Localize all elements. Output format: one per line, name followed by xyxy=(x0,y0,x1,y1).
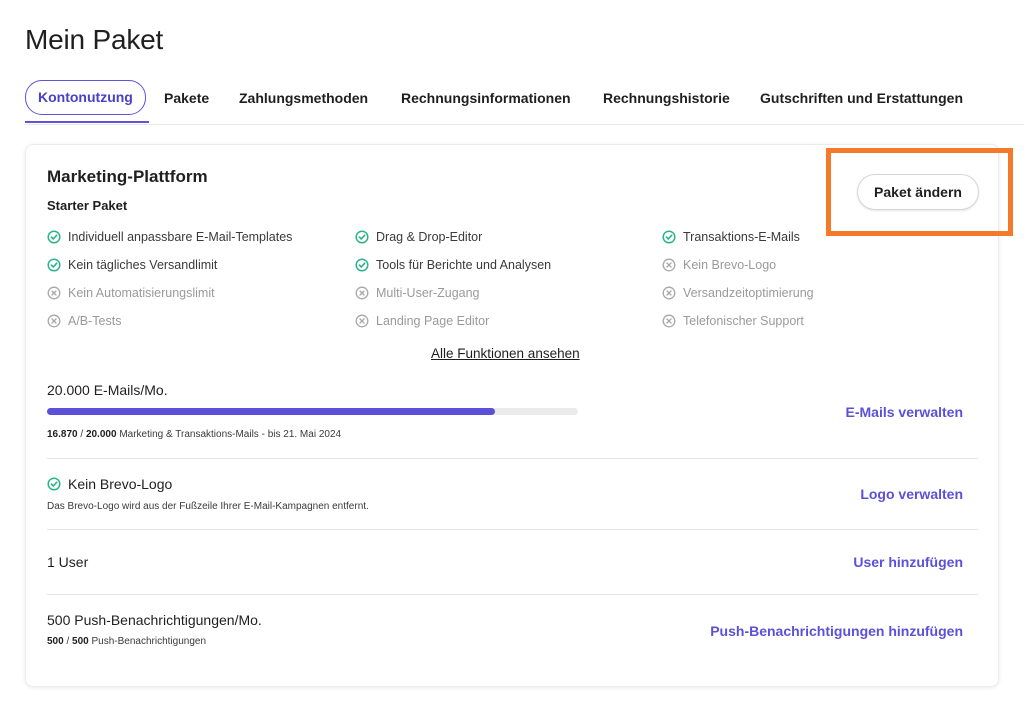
x-circle-icon xyxy=(662,314,676,328)
feature-label: Kein tägliches Versandlimit xyxy=(68,258,218,272)
x-circle-icon xyxy=(355,314,369,328)
all-features-link[interactable]: Alle Funktionen ansehen xyxy=(431,346,580,361)
push-detail-text: Push-Benachrichtigungen xyxy=(91,636,207,647)
feature-item: Telefonischer Support xyxy=(662,314,804,328)
check-circle-icon xyxy=(47,258,61,272)
check-circle-icon xyxy=(355,258,369,272)
page-title: Mein Paket xyxy=(25,24,164,55)
check-circle-icon xyxy=(355,230,369,244)
emails-used: 16.870 xyxy=(47,429,78,440)
divider xyxy=(47,458,978,459)
feature-label: Multi-User-Zugang xyxy=(376,286,480,300)
x-circle-icon xyxy=(47,286,61,300)
users-title: 1 User xyxy=(47,554,89,570)
tab-gutschriften[interactable]: Gutschriften und Erstattungen xyxy=(760,82,963,114)
feature-item: Transaktions-E-Mails xyxy=(662,230,800,244)
feature-label: Telefonischer Support xyxy=(683,314,804,328)
feature-item: Multi-User-Zugang xyxy=(355,286,480,300)
logo-title-label: Kein Brevo-Logo xyxy=(68,476,173,492)
feature-label: Tools für Berichte und Analysen xyxy=(376,258,552,272)
add-user-link[interactable]: User hinzufügen xyxy=(853,554,963,570)
push-used: 500 xyxy=(47,636,64,647)
feature-item: Landing Page Editor xyxy=(355,314,489,328)
push-total: 500 xyxy=(72,636,89,647)
push-detail: 500 / 500 Push-Benachrichtigungen xyxy=(47,636,207,647)
logo-row-title: Kein Brevo-Logo xyxy=(47,476,172,492)
active-tab-underline xyxy=(25,121,149,123)
change-plan-button[interactable]: Paket ändern xyxy=(857,174,979,210)
feature-label: Kein Brevo-Logo xyxy=(683,258,777,272)
plan-subtitle: Starter Paket xyxy=(47,198,128,213)
feature-item: Drag & Drop-Editor xyxy=(355,230,482,244)
x-circle-icon xyxy=(47,314,61,328)
tab-bar: Kontonutzung Pakete Zahlungsmethoden Rec… xyxy=(25,80,1024,125)
feature-label: Versandzeitoptimierung xyxy=(683,286,814,300)
check-circle-icon xyxy=(47,230,61,244)
check-circle-icon xyxy=(662,230,676,244)
manage-logo-link[interactable]: Logo verwalten xyxy=(860,486,963,502)
emails-total: 20.000 xyxy=(85,429,117,440)
feature-item: A/B-Tests xyxy=(47,314,122,328)
x-circle-icon xyxy=(662,258,676,272)
feature-label: Transaktions-E-Mails xyxy=(683,230,800,244)
feature-label: Individuell anpassbare E-Mail-Templates xyxy=(68,230,293,244)
feature-item: Kein tägliches Versandlimit xyxy=(47,258,217,272)
feature-item: Kein Brevo-Logo xyxy=(662,258,776,272)
feature-item: Tools für Berichte und Analysen xyxy=(355,258,551,272)
tab-rechnungshistorie[interactable]: Rechnungshistorie xyxy=(603,82,730,114)
emails-progress-fill xyxy=(47,408,495,415)
emails-usage-detail: 16.870 / 20.000 Marketing & Transaktions… xyxy=(47,429,342,440)
x-circle-icon xyxy=(355,286,369,300)
tab-kontonutzung[interactable]: Kontonutzung xyxy=(25,80,146,115)
check-circle-icon xyxy=(47,477,61,491)
feature-item: Kein Automatisierungslimit xyxy=(47,286,215,300)
add-push-link[interactable]: Push-Benachrichtigungen hinzufügen xyxy=(710,623,963,639)
emails-detail-text: Marketing & Transaktions-Mails - bis 21.… xyxy=(119,429,342,440)
emails-usage-title: 20.000 E-Mails/Mo. xyxy=(47,382,168,398)
tab-pakete[interactable]: Pakete xyxy=(164,82,209,114)
plan-card: Marketing-Plattform Starter Paket Paket … xyxy=(25,144,1013,687)
divider xyxy=(47,529,978,530)
feature-label: Kein Automatisierungslimit xyxy=(68,286,215,300)
x-circle-icon xyxy=(662,286,676,300)
tab-rechnungsinformationen[interactable]: Rechnungsinformationen xyxy=(401,82,571,114)
plan-title: Marketing-Plattform xyxy=(47,167,208,186)
divider xyxy=(47,594,978,595)
manage-emails-link[interactable]: E-Mails verwalten xyxy=(846,404,964,420)
emails-progress-bar xyxy=(47,408,578,415)
tab-zahlungsmethoden[interactable]: Zahlungsmethoden xyxy=(239,82,368,114)
feature-item: Individuell anpassbare E-Mail-Templates xyxy=(47,230,292,244)
logo-detail: Das Brevo-Logo wird aus der Fußzeile Ihr… xyxy=(47,501,369,512)
feature-label: Drag & Drop-Editor xyxy=(376,230,483,244)
push-title: 500 Push-Benachrichtigungen/Mo. xyxy=(47,612,262,628)
feature-item: Versandzeitoptimierung xyxy=(662,286,814,300)
feature-label: A/B-Tests xyxy=(68,314,122,328)
feature-label: Landing Page Editor xyxy=(376,314,490,328)
